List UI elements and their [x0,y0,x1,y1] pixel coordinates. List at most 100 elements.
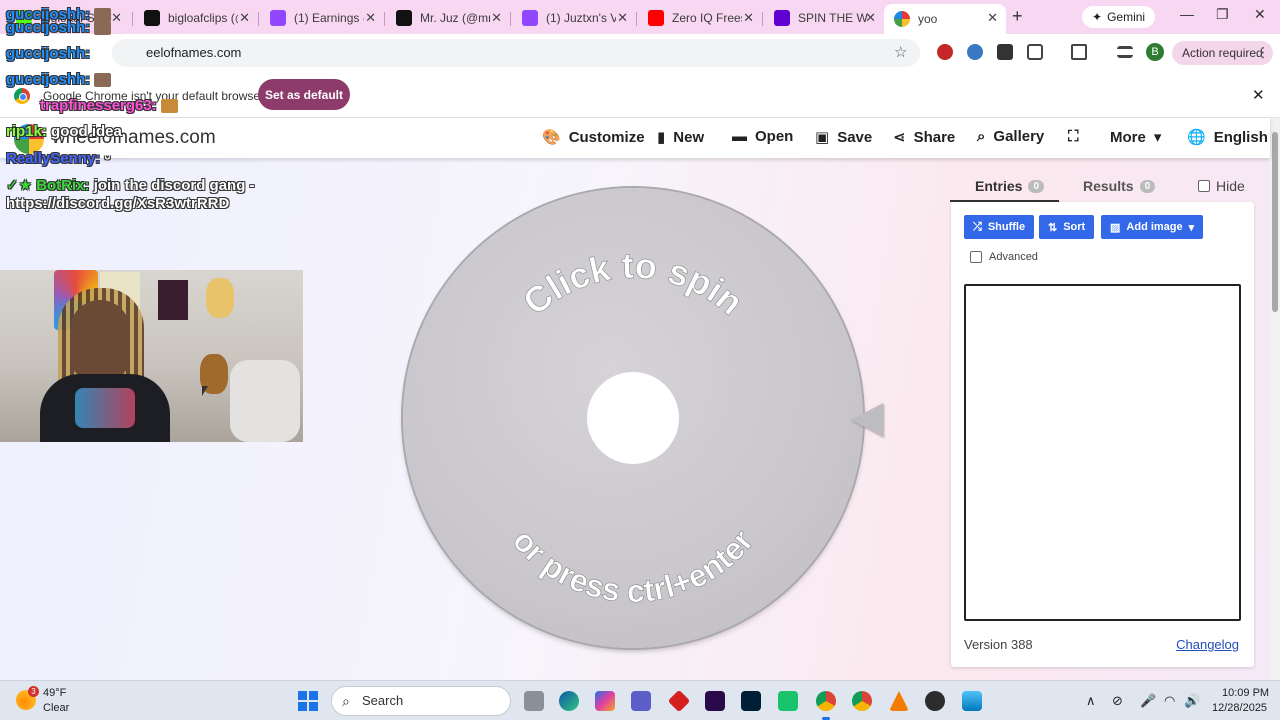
hide-toggle[interactable]: Hide [1198,178,1245,194]
open-button[interactable]: ▬ Open [732,128,793,145]
minimize-icon[interactable]: — [1180,6,1194,22]
profile-initial: B [1151,46,1159,58]
check-icon: ✓★ [6,177,33,194]
close-window-icon[interactable]: ✕ [1254,6,1266,23]
avatar[interactable]: B [1146,43,1164,61]
clock-time[interactable]: 10:09 PM [1222,687,1269,699]
hide-checkbox[interactable] [1198,180,1210,192]
teams-icon[interactable] [631,691,651,711]
chat-user: guccijoshh: [6,45,91,62]
twitch-icon [270,10,286,26]
extension-icon[interactable] [937,44,953,60]
taskbar: 3 49°F Clear ⌕ Search ∧ ⊘ 🎤 ◠ 🔊 10:09 PM… [0,680,1280,720]
shirt-graphic [75,388,135,428]
close-icon[interactable]: ✕ [111,10,122,26]
advanced-toggle[interactable]: Advanced [970,251,1038,263]
spin-wheel[interactable]: Click to spin or press ctrl+enter [403,188,863,648]
close-icon[interactable]: ✕ [239,10,250,26]
restore-icon[interactable]: ❐ [1216,6,1229,23]
app-icon[interactable] [889,691,909,711]
app-icon[interactable] [925,691,945,711]
tab-2[interactable]: bigloafclips (@ ✕ [134,4,258,32]
save-button[interactable]: ▣ Save [815,128,872,147]
version-text: Version 388 [964,637,1033,652]
customize-button[interactable]: 🎨 Customize [542,128,645,147]
close-icon[interactable]: ✕ [365,10,376,26]
language-button[interactable]: 🌐 English [1187,128,1268,147]
set-default-button[interactable]: Set as default [258,79,350,110]
menu-kebab-icon[interactable]: ⋮ [1256,44,1270,61]
close-icon[interactable]: ✕ [865,10,876,26]
changelog-link[interactable]: Changelog [1176,637,1239,652]
nav-label: Gallery [993,128,1045,145]
task-view-icon[interactable] [524,691,544,711]
chevron-down-icon: ▾ [1153,129,1162,146]
wheel-pointer-icon [851,403,883,437]
premiere-icon[interactable] [705,691,725,711]
chat-user: BotRix: [36,177,90,194]
new-button[interactable]: ▮ New [657,128,704,147]
tab-entries[interactable]: Entries 0 [975,178,1045,194]
tab-7[interactable]: SPIN THE WHE ✕ [764,4,884,32]
app-icon[interactable] [667,689,691,713]
chrome-icon[interactable] [816,691,836,711]
puzzle-icon[interactable] [1027,44,1043,60]
extension-icon[interactable] [967,44,983,60]
screen-search-icon[interactable] [1071,44,1087,60]
tab-3[interactable]: (1) Earnings - ✕ [260,4,384,32]
sparkle-icon: ✦ [1092,10,1103,24]
tab-title: Mr. Juz (@mr.j [420,11,490,25]
tab-title: SPIN THE WHE [798,11,868,25]
share-button[interactable]: ⋖ Share [893,128,955,147]
chat-line: guccijoshh: [6,45,90,62]
wheel-hub[interactable] [587,372,679,464]
wifi-icon[interactable]: ◠ [1164,693,1175,709]
media-icon[interactable] [1117,46,1133,58]
fullscreen-button[interactable]: ⛶ [1068,128,1079,145]
close-icon[interactable]: ✕ [987,10,998,26]
photoshop-icon[interactable] [741,691,761,711]
network-off-icon[interactable]: ⊘ [1112,693,1123,709]
chevron-up-icon[interactable]: ∧ [1086,693,1096,709]
address-bar[interactable]: eelofnames.com [112,39,920,67]
shuffle-icon: ⤮ [973,220,982,233]
tab-5[interactable]: (1) Juztxn's Vid ✕ [512,4,636,32]
edge-icon[interactable] [559,691,579,711]
game-icon[interactable] [778,691,798,711]
add-image-button[interactable]: ▨ Add image ▾ [1101,215,1204,239]
new-tab-icon[interactable]: + [1012,6,1023,27]
default-browser-infobar: Google Chrome isn't your default browser… [0,72,1280,118]
microphone-icon[interactable]: 🎤 [1140,693,1156,709]
photos-icon[interactable] [962,691,982,711]
entries-textarea[interactable] [964,284,1241,621]
share-icon: ⋖ [893,129,906,146]
copilot-icon[interactable] [595,691,615,711]
chrome-icon[interactable] [852,691,872,711]
tab-8-active[interactable]: yoo ✕ [884,4,1006,34]
bookmark-star-icon[interactable]: ☆ [894,43,907,61]
windows-start-icon[interactable] [298,691,318,711]
extension-icon[interactable] [997,44,1013,60]
chat-user: ReallySenny: [6,150,101,167]
page-scrollbar[interactable] [1270,118,1280,680]
close-icon[interactable]: ✕ [743,10,754,26]
gallery-button[interactable]: ⌕ Gallery [977,128,1044,145]
taskbar-search[interactable]: ⌕ Search [331,686,511,716]
gemini-button[interactable]: ✦ Gemini [1082,6,1156,28]
search-icon: ⌕ [342,693,350,709]
url-text: eelofnames.com [146,45,242,60]
more-button[interactable]: More ▾ [1110,128,1162,147]
shuffle-button[interactable]: ⤮ Shuffle [964,215,1035,239]
close-icon[interactable]: ✕ [491,10,502,26]
tab-6[interactable]: Zero IQ Freest ✕ [638,4,762,32]
weather-condition: Clear [43,702,70,714]
clock-date[interactable]: 12/28/2025 [1212,702,1267,714]
close-icon[interactable]: ✕ [617,10,628,26]
sort-button[interactable]: ⇅ Sort [1039,215,1095,239]
tab-results[interactable]: Results 0 [1083,178,1156,194]
volume-icon[interactable]: 🔊 [1184,693,1200,709]
tab-4[interactable]: Mr. Juz (@mr.j ✕ [386,4,510,32]
advanced-checkbox[interactable] [970,251,982,263]
scrollbar-thumb[interactable] [1272,132,1278,312]
close-icon[interactable]: ✕ [1252,86,1265,104]
